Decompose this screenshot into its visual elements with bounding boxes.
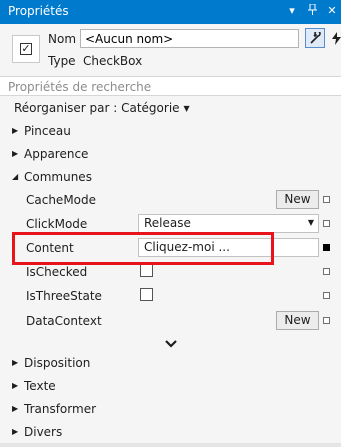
property-value: New: [138, 190, 319, 209]
property-row-isthreestate: IsThreeState: [0, 285, 341, 307]
category-label: Pinceau: [24, 124, 71, 138]
isthreestate-checkbox[interactable]: [140, 288, 153, 301]
property-name: IsThreeState: [26, 289, 102, 303]
events-lightning-button[interactable]: [326, 28, 341, 48]
property-name: IsChecked: [26, 265, 88, 279]
type-value: CheckBox: [83, 54, 143, 68]
expand-arrow-icon: ▶: [12, 358, 19, 367]
properties-title-bar: Propriétés ▾ ✕: [0, 0, 341, 24]
properties-wrench-button[interactable]: [305, 28, 325, 48]
close-icon[interactable]: ✕: [327, 4, 337, 19]
property-name: ClickMode: [26, 217, 88, 231]
advanced-options-marker[interactable]: [323, 196, 330, 203]
expand-arrow-icon: ▶: [12, 381, 19, 390]
chevron-down-icon: [165, 340, 177, 348]
window-title: Propriétés: [8, 4, 69, 18]
category-label: Transformer: [24, 402, 97, 416]
pin-icon[interactable]: [307, 3, 317, 19]
name-input[interactable]: [80, 29, 299, 48]
wrench-icon: [309, 31, 321, 44]
property-value: New: [138, 311, 319, 330]
property-row-cachemode: CacheMode New: [0, 189, 341, 211]
category-label: Apparence: [24, 147, 89, 161]
checkbox-type-icon: ✓: [20, 42, 32, 55]
property-value: [138, 286, 319, 305]
clickmode-combobox[interactable]: Release ▼: [138, 214, 319, 233]
advanced-options-marker[interactable]: [323, 292, 330, 299]
search-placeholder: Propriétés de recherche: [8, 80, 152, 94]
advanced-options-marker[interactable]: [323, 220, 330, 227]
category-transformer[interactable]: ▶ Transformer: [0, 398, 341, 420]
category-label: Texte: [24, 379, 56, 393]
arrange-by-dropdown[interactable]: Réorganiser par : Catégorie ▼: [0, 97, 341, 119]
property-value: Release ▼: [138, 214, 319, 233]
category-label: Communes: [24, 170, 92, 184]
property-row-datacontext: DataContext New: [0, 310, 341, 332]
show-advanced-chevron[interactable]: [164, 337, 178, 351]
arrange-by-label: Réorganiser par : Catégorie: [14, 101, 180, 115]
datacontext-new-button[interactable]: New: [276, 311, 319, 330]
advanced-options-marker-set[interactable]: [323, 244, 330, 251]
caret-down-icon: ▼: [183, 104, 190, 113]
name-label: Nom: [48, 32, 77, 46]
category-apparence[interactable]: ▶ Apparence: [0, 143, 341, 165]
content-highlight-box: [12, 232, 274, 265]
category-communes[interactable]: ◢ Communes: [0, 166, 341, 188]
collapse-arrow-icon: ◢: [12, 172, 19, 181]
search-properties-input[interactable]: Propriétés de recherche: [0, 76, 341, 96]
category-pinceau[interactable]: ▶ Pinceau: [0, 120, 341, 142]
property-name: CacheMode: [26, 193, 97, 207]
category-label: Divers: [24, 425, 63, 439]
element-type-icon: ✓: [12, 35, 40, 63]
expand-arrow-icon: ▶: [12, 427, 19, 436]
category-disposition[interactable]: ▶ Disposition: [0, 352, 341, 374]
advanced-options-marker[interactable]: [323, 268, 330, 275]
expand-arrow-icon: ▶: [12, 404, 19, 413]
type-label: Type: [48, 54, 76, 68]
category-texte[interactable]: ▶ Texte: [0, 375, 341, 397]
category-label: Disposition: [24, 356, 91, 370]
expand-arrow-icon: ▶: [12, 149, 19, 158]
expand-arrow-icon: ▶: [12, 126, 19, 135]
panel-bottom-edge: [0, 443, 341, 447]
title-bar-controls: ▾ ✕: [287, 3, 337, 19]
ischecked-checkbox[interactable]: [140, 264, 153, 277]
element-header: ✓ Nom Type CheckBox: [0, 24, 341, 74]
cachemode-new-button[interactable]: New: [276, 190, 319, 209]
category-divers[interactable]: ▶ Divers: [0, 421, 341, 443]
dropdown-icon[interactable]: ▾: [287, 4, 297, 19]
dropdown-arrow-icon: ▼: [307, 218, 314, 227]
property-name: DataContext: [26, 314, 102, 328]
advanced-options-marker[interactable]: [323, 317, 330, 324]
combobox-value: Release: [144, 216, 191, 230]
lightning-icon: [331, 31, 341, 45]
